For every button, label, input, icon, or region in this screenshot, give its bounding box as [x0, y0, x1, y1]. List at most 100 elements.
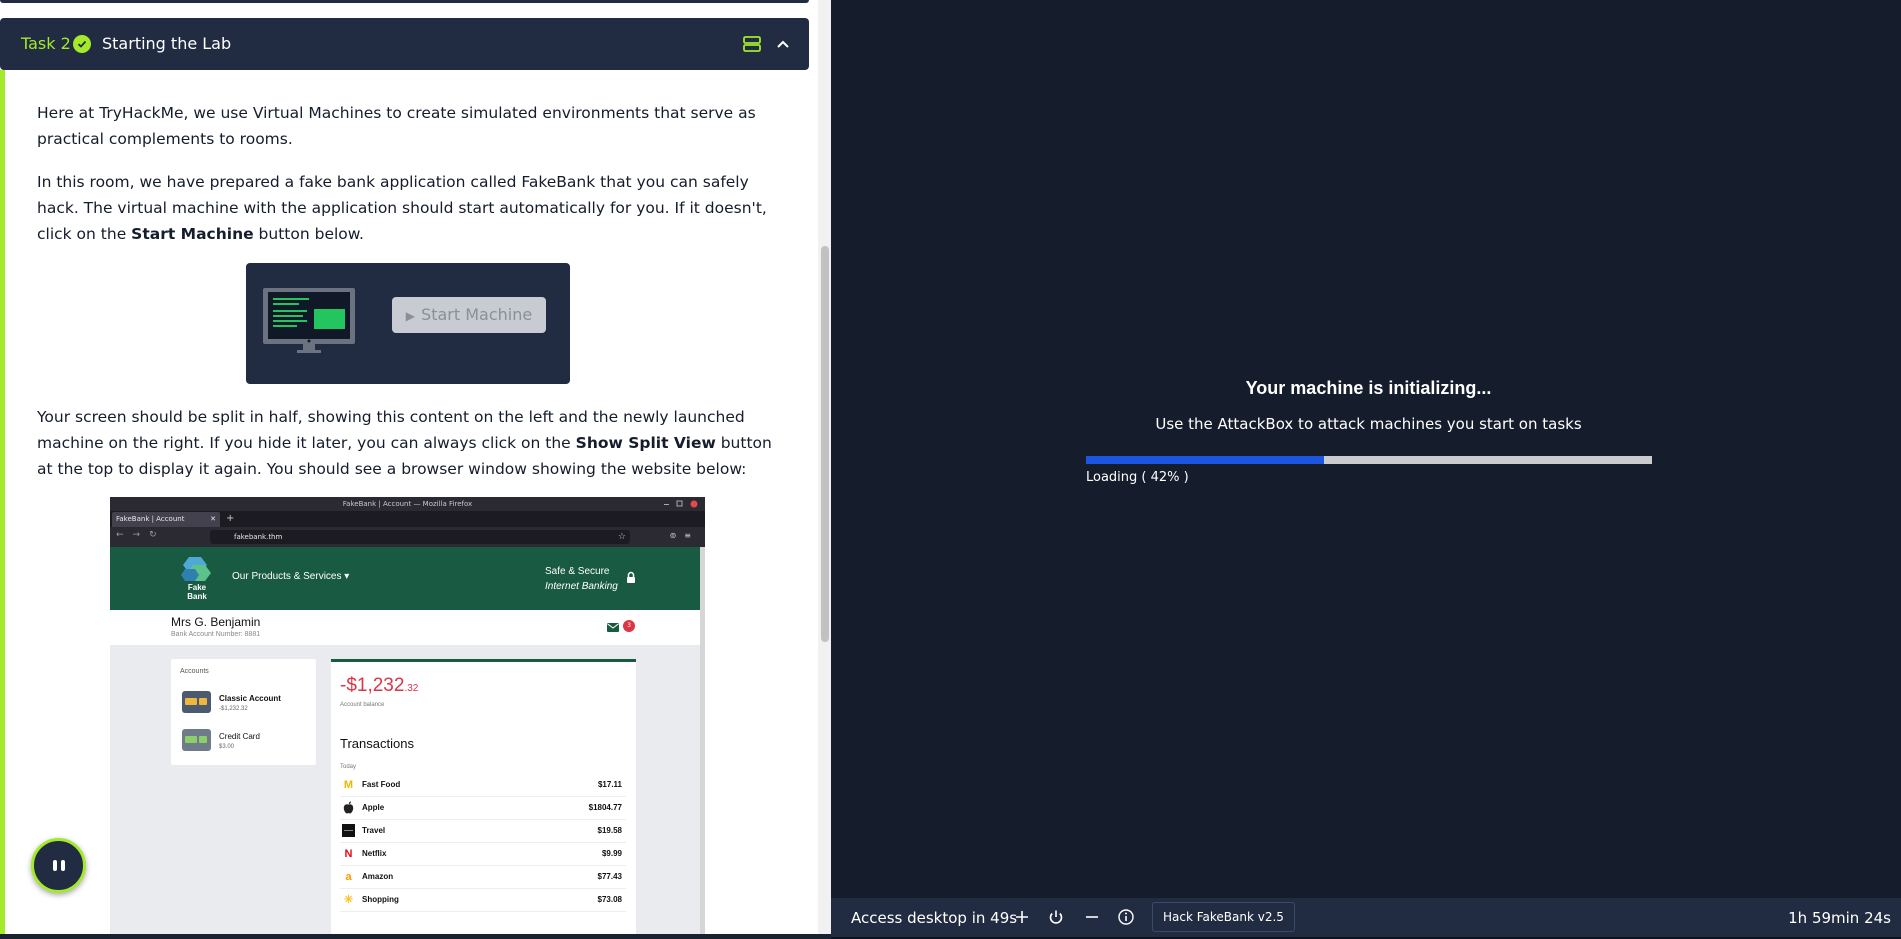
new-tab-icon: + [226, 513, 235, 524]
card-icon [182, 729, 211, 751]
machine-name-chip[interactable]: Hack FakeBank v2.5 [1152, 902, 1295, 932]
split-view-icon[interactable] [742, 34, 762, 54]
accounts-title: Accounts [180, 668, 209, 675]
task-number: Task 2 [21, 34, 71, 53]
transaction-amount: $73.08 [597, 895, 622, 904]
transaction-row: ✳ Shopping $73.08 [340, 888, 626, 912]
transactions-title: Transactions [340, 736, 414, 751]
transaction-row: a Amazon $77.43 [340, 865, 626, 889]
transaction-row: Travel $19.58 [340, 819, 626, 843]
tab-close-icon: ✕ [210, 515, 216, 523]
content-scrollbar-thumb[interactable] [821, 246, 829, 642]
browser-menu-icons: ⊚≡ [669, 531, 699, 540]
chevron-up-icon[interactable] [774, 36, 792, 52]
browser-tab-bar: FakeBank | Account ✕ + [110, 511, 705, 527]
machine-status-subtitle: Use the AttackBox to attack machines you… [1155, 415, 1582, 433]
internet-banking-line: Internet Banking [545, 581, 618, 592]
browser-title-bar: FakeBank | Account — Mozilla Firefox [110, 497, 705, 511]
pause-button[interactable] [31, 838, 86, 893]
transaction-amount: $1804.77 [588, 803, 622, 812]
monitor-icon [263, 288, 355, 353]
account-balance: -$1,232.32 [340, 675, 418, 697]
transaction-amount: $9.99 [601, 849, 622, 858]
task-title: Starting the Lab [102, 34, 232, 53]
account-name: Classic Account [219, 694, 281, 703]
transaction-name: Amazon [362, 872, 394, 881]
account-amount: $3.00 [219, 744, 235, 750]
transactions-day: Today [340, 764, 357, 770]
transaction-row: N Netflix $9.99 [340, 842, 626, 866]
bottom-edge [0, 934, 831, 939]
machine-status-title: Your machine is initializing... [1245, 378, 1492, 398]
account-main-panel: -$1,232.32 Account balance Transactions … [331, 659, 636, 934]
transaction-name: Netflix [362, 849, 387, 858]
browser-scrollbar [700, 547, 705, 934]
previous-task-header-edge[interactable] [0, 0, 809, 3]
minimize-icon[interactable] [1083, 908, 1101, 926]
fakebank-paragraph: In this room, we have prepared a fake ba… [37, 169, 782, 247]
machine-status-bar: Access desktop in 49s Hack FakeBank v2.5… [831, 898, 1901, 937]
transaction-amount: $17.11 [597, 780, 622, 789]
pause-icon [61, 860, 65, 871]
browser-url: fakebank.thm [234, 533, 283, 541]
transaction-row: Apple $1804.77 [340, 796, 626, 820]
access-desktop-countdown: Access desktop in 49s [851, 909, 1018, 927]
room-content-pane: Task 2 Starting the Lab Here at TryHackM… [0, 0, 831, 934]
balance-label: Account balance [340, 702, 385, 708]
browser-url-bar: fakebank.thm ☆ [210, 530, 630, 544]
start-machine-emphasis: Start Machine [131, 225, 254, 243]
mcdonalds-icon: M [343, 779, 354, 791]
fakebank-user-bar: Mrs G. Benjamin Bank Account Number: 888… [110, 610, 701, 645]
apple-icon [342, 801, 355, 815]
loading-progress-fill [1086, 456, 1324, 464]
account-amount: -$1,232.32 [219, 706, 248, 712]
paragraph-text: button below. [253, 225, 364, 243]
loading-progress-label: Loading ( 42% ) [1086, 470, 1189, 485]
card-icon [182, 691, 211, 713]
mail-icon [607, 623, 619, 632]
start-machine-label: Start Machine [421, 305, 533, 324]
play-icon: ▶ [405, 309, 416, 323]
info-icon[interactable] [1117, 908, 1135, 926]
accounts-panel: Accounts Classic Account -$1,232.32 Cred… [171, 659, 316, 765]
transaction-row: M Fast Food $17.11 [340, 773, 626, 797]
account-name: Credit Card [219, 732, 260, 741]
browser-tab-title: FakeBank | Account [116, 515, 185, 523]
netflix-icon: N [344, 848, 353, 860]
lock-icon [627, 571, 635, 583]
amazon-icon: a [345, 871, 352, 883]
transaction-name: Shopping [362, 895, 399, 904]
browser-nav-bar: ←→↻ fakebank.thm ☆ ⊚≡ [110, 527, 705, 547]
transaction-name: Travel [362, 826, 386, 835]
fakebank-logo-text: Fake Bank [187, 583, 207, 601]
power-icon[interactable] [1047, 908, 1065, 926]
show-split-view-emphasis: Show Split View [575, 434, 716, 452]
fakebank-header: Fake Bank Our Products & Services ▾ Safe… [110, 547, 701, 610]
start-machine-card: ▶ Start Machine [246, 263, 570, 384]
travel-icon [342, 824, 355, 838]
transaction-name: Fast Food [362, 780, 401, 789]
mail-count-badge: 3 [623, 620, 635, 632]
task-header[interactable]: Task 2 Starting the Lab [0, 18, 809, 70]
browser-nav-icons: ←→↻ [116, 530, 166, 540]
task-complete-check-icon [73, 35, 91, 53]
window-controls-icon [664, 500, 698, 508]
loading-progress-bar [1086, 456, 1652, 464]
safe-secure-text: Safe & Secure Internet Banking [545, 564, 618, 594]
products-menu: Our Products & Services ▾ [232, 571, 350, 582]
browser-window-title: FakeBank | Account — Mozilla Firefox [342, 500, 473, 508]
balance-cents: .32 [404, 683, 419, 694]
transaction-amount: $19.58 [597, 826, 622, 835]
fakebank-website-screenshot: FakeBank | Account — Mozilla Firefox Fak… [110, 497, 705, 934]
transaction-name: Apple [362, 803, 385, 812]
browser-tab: FakeBank | Account ✕ [112, 512, 220, 527]
balance-main: -$1,232 [340, 675, 405, 696]
bookmark-star-icon: ☆ [617, 532, 626, 542]
add-time-icon[interactable] [1013, 908, 1031, 926]
machine-timer: 1h 59min 24s [1788, 909, 1891, 927]
start-machine-button[interactable]: ▶ Start Machine [392, 297, 546, 333]
machine-pane: Your machine is initializing... Use the … [831, 0, 1901, 939]
intro-paragraph: Here at TryHackMe, we use Virtual Machin… [37, 104, 756, 148]
transaction-amount: $77.43 [597, 872, 622, 881]
split-view-paragraph: Your screen should be split in half, sho… [37, 404, 782, 482]
